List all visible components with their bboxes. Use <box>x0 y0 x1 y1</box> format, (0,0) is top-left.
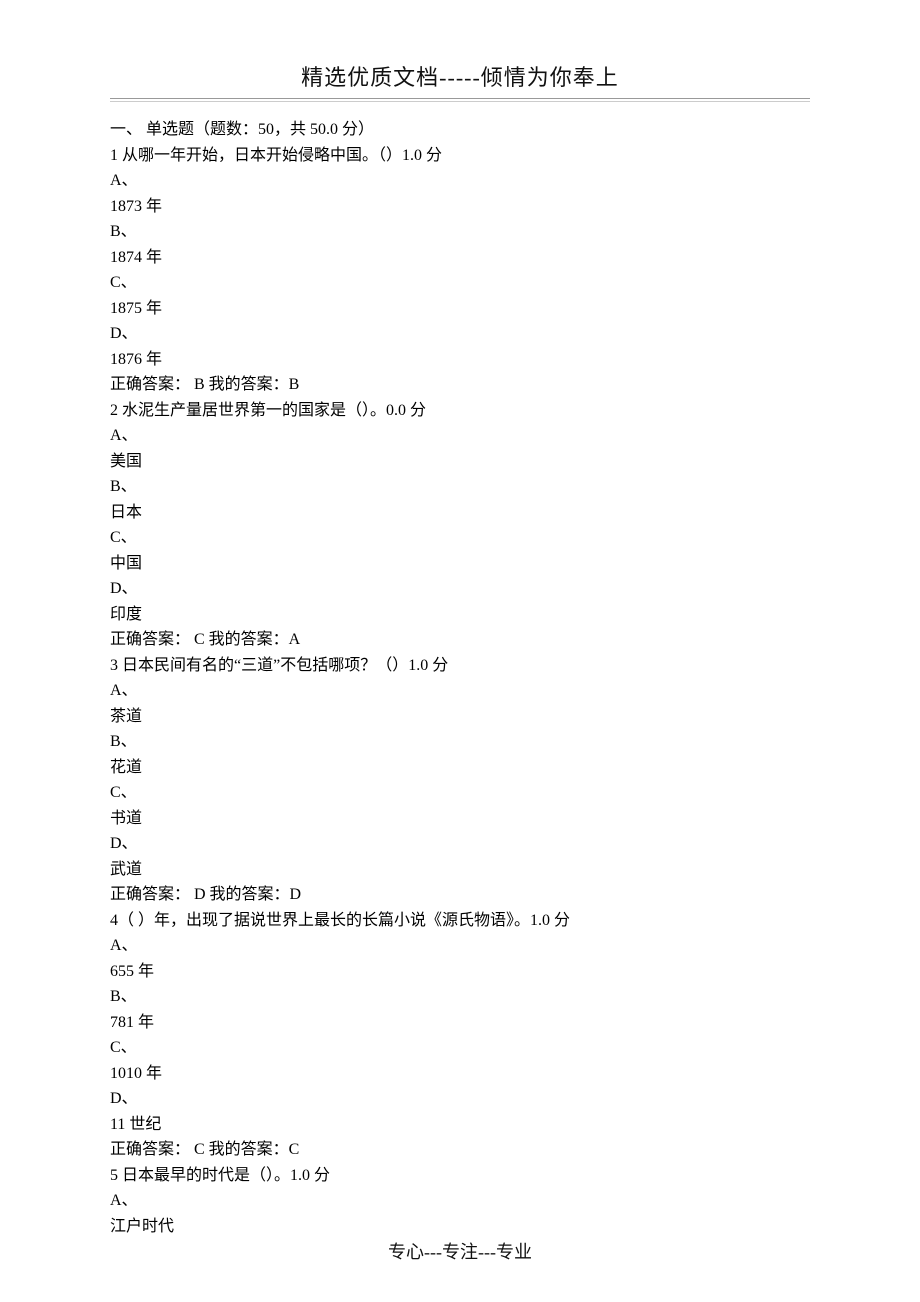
option-value: 1010 年 <box>110 1061 810 1087</box>
option-value: 11 世纪 <box>110 1112 810 1138</box>
option-label: A、 <box>110 678 810 704</box>
option-label: B、 <box>110 984 810 1010</box>
option-value: 书道 <box>110 806 810 832</box>
option-value: 中国 <box>110 551 810 577</box>
option-value: 655 年 <box>110 959 810 985</box>
option-label: B、 <box>110 729 810 755</box>
answer-line: 正确答案： B 我的答案：B <box>110 372 810 398</box>
option-label: B、 <box>110 474 810 500</box>
option-value: 1874 年 <box>110 245 810 271</box>
option-value: 江户时代 <box>110 1214 810 1240</box>
document-body: 一、 单选题（题数：50，共 50.0 分） 1 从哪一年开始，日本开始侵略中国… <box>110 117 810 1239</box>
question-line: 1 从哪一年开始，日本开始侵略中国。（）1.0 分 <box>110 143 810 169</box>
option-value: 印度 <box>110 602 810 628</box>
header-divider <box>110 98 810 99</box>
question-line: 5 日本最早的时代是（）。1.0 分 <box>110 1163 810 1189</box>
answer-line: 正确答案： D 我的答案：D <box>110 882 810 908</box>
answer-line: 正确答案： C 我的答案：A <box>110 627 810 653</box>
option-value: 日本 <box>110 500 810 526</box>
option-label: D、 <box>110 1086 810 1112</box>
option-value: 1875 年 <box>110 296 810 322</box>
option-label: D、 <box>110 321 810 347</box>
question-line: 2 水泥生产量居世界第一的国家是（）。0.0 分 <box>110 398 810 424</box>
option-label: C、 <box>110 780 810 806</box>
option-value: 1876 年 <box>110 347 810 373</box>
option-label: A、 <box>110 1188 810 1214</box>
option-label: D、 <box>110 831 810 857</box>
option-label: C、 <box>110 525 810 551</box>
option-label: A、 <box>110 423 810 449</box>
option-value: 武道 <box>110 857 810 883</box>
option-value: 美国 <box>110 449 810 475</box>
answer-line: 正确答案： C 我的答案：C <box>110 1137 810 1163</box>
document-page: 精选优质文档-----倾情为你奉上 一、 单选题（题数：50，共 50.0 分）… <box>0 0 920 1302</box>
question-line: 4（ ）年，出现了据说世界上最长的长篇小说《源氏物语》。1.0 分 <box>110 908 810 934</box>
section-heading: 一、 单选题（题数：50，共 50.0 分） <box>110 117 810 143</box>
page-footer: 专心---专注---专业 <box>0 1238 920 1264</box>
option-value: 花道 <box>110 755 810 781</box>
option-label: C、 <box>110 270 810 296</box>
page-header-title: 精选优质文档-----倾情为你奉上 <box>110 60 810 92</box>
question-line: 3 日本民间有名的“三道”不包括哪项？（）1.0 分 <box>110 653 810 679</box>
option-value: 茶道 <box>110 704 810 730</box>
option-label: A、 <box>110 168 810 194</box>
option-value: 781 年 <box>110 1010 810 1036</box>
option-label: C、 <box>110 1035 810 1061</box>
option-label: D、 <box>110 576 810 602</box>
option-value: 1873 年 <box>110 194 810 220</box>
option-label: A、 <box>110 933 810 959</box>
option-label: B、 <box>110 219 810 245</box>
